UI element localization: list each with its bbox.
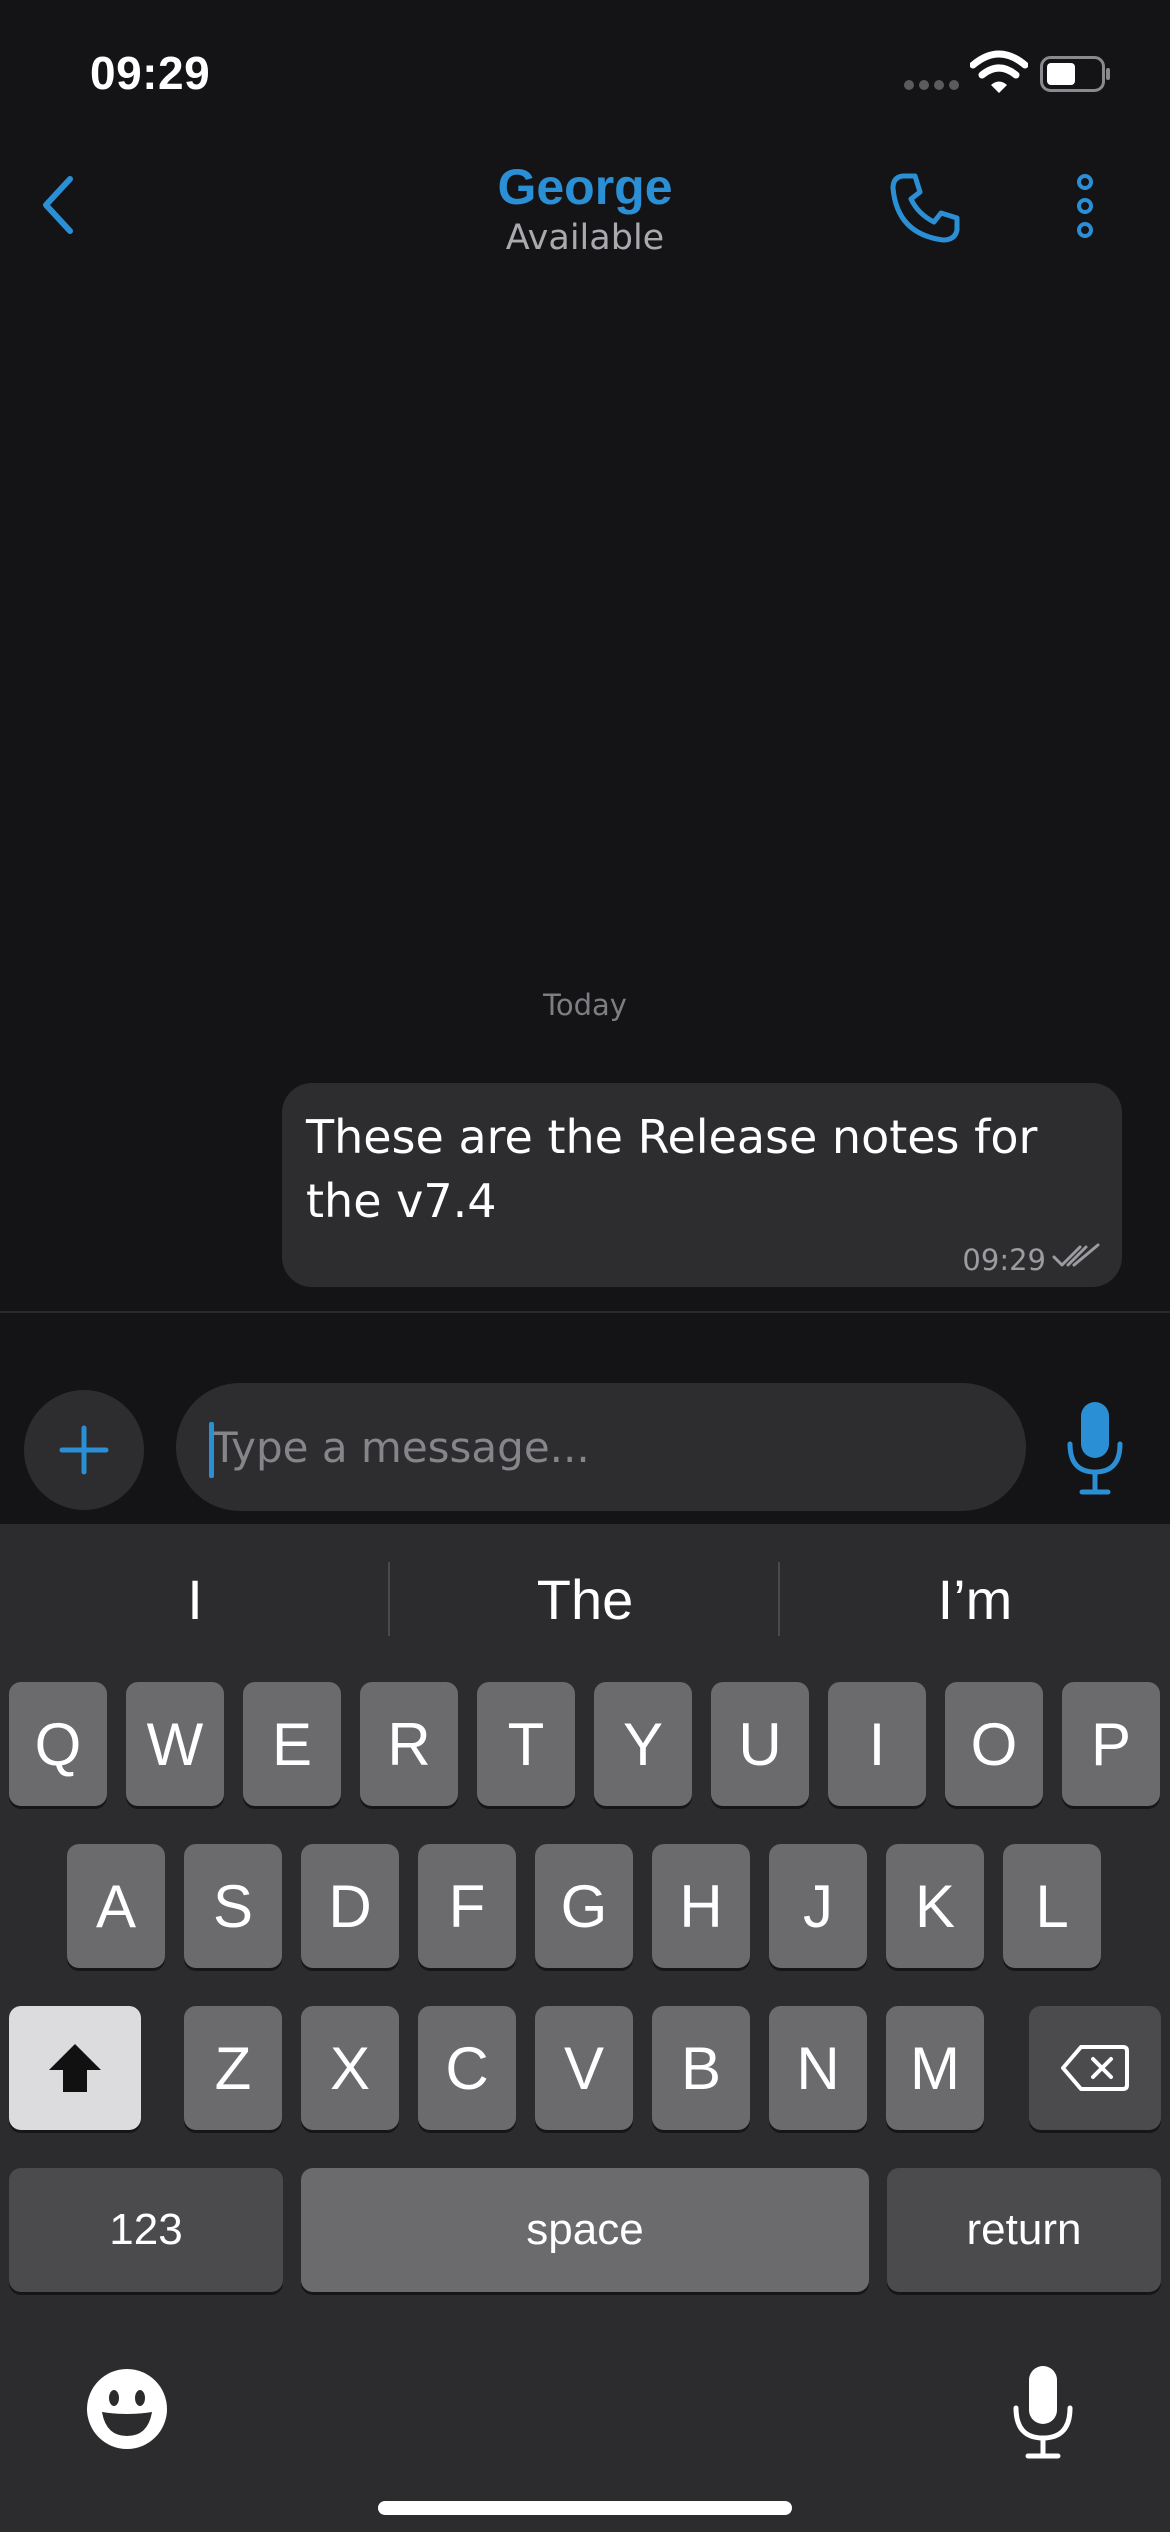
shift-icon <box>49 2044 101 2092</box>
key-h[interactable]: H <box>652 1844 750 1968</box>
wifi-icon <box>970 50 1028 93</box>
numbers-key[interactable]: 123 <box>9 2168 283 2292</box>
key-x[interactable]: X <box>301 2006 399 2130</box>
key-b[interactable]: B <box>652 2006 750 2130</box>
dictation-button[interactable] <box>1008 2364 1078 2460</box>
more-button[interactable] <box>1060 168 1110 248</box>
battery-icon <box>1040 56 1110 92</box>
message-bubble[interactable]: These are the Release notes for the v7.4… <box>282 1083 1122 1287</box>
return-key[interactable]: return <box>887 2168 1161 2292</box>
attach-button[interactable] <box>24 1390 144 1510</box>
key-k[interactable]: K <box>886 1844 984 1968</box>
suggestion-3[interactable]: I’m <box>780 1567 1170 1632</box>
key-d[interactable]: D <box>301 1844 399 1968</box>
emoji-icon <box>87 2369 167 2449</box>
key-a[interactable]: A <box>67 1844 165 1968</box>
key-s[interactable]: S <box>184 1844 282 1968</box>
key-t[interactable]: T <box>477 1682 575 1806</box>
signal-dots-icon <box>904 80 960 90</box>
delete-icon <box>1061 2045 1129 2091</box>
key-q[interactable]: Q <box>9 1682 107 1806</box>
key-l[interactable]: L <box>1003 1844 1101 1968</box>
key-g[interactable]: G <box>535 1844 633 1968</box>
key-i[interactable]: I <box>828 1682 926 1806</box>
message-text: These are the Release notes for the v7.4 <box>306 1110 1038 1228</box>
dictation-icon <box>1013 2366 1073 2459</box>
keyboard: I The I’m Q W E R T Y U I O P A S D F G … <box>0 1524 1170 2532</box>
key-f[interactable]: F <box>418 1844 516 1968</box>
home-indicator[interactable] <box>378 2501 792 2515</box>
microphone-icon <box>1067 1402 1123 1495</box>
suggestion-2[interactable]: The <box>390 1567 780 1632</box>
key-y[interactable]: Y <box>594 1682 692 1806</box>
phone-icon <box>890 173 960 243</box>
key-m[interactable]: M <box>886 2006 984 2130</box>
space-key[interactable]: space <box>301 2168 869 2292</box>
key-e[interactable]: E <box>243 1682 341 1806</box>
double-check-icon <box>1052 1243 1100 1267</box>
plus-icon <box>59 1425 109 1475</box>
key-j[interactable]: J <box>769 1844 867 1968</box>
key-c[interactable]: C <box>418 2006 516 2130</box>
voice-message-button[interactable] <box>1064 1400 1126 1496</box>
key-w[interactable]: W <box>126 1682 224 1806</box>
message-input[interactable] <box>176 1383 1026 1511</box>
key-u[interactable]: U <box>711 1682 809 1806</box>
key-n[interactable]: N <box>769 2006 867 2130</box>
more-vertical-icon <box>1077 174 1093 238</box>
delete-key[interactable] <box>1029 2006 1161 2130</box>
composer-divider <box>0 1311 1170 1313</box>
key-p[interactable]: P <box>1062 1682 1160 1806</box>
contact-name[interactable]: George <box>0 158 1170 216</box>
shift-key[interactable] <box>9 2006 141 2130</box>
call-button[interactable] <box>885 168 965 248</box>
key-v[interactable]: V <box>535 2006 633 2130</box>
message-time: 09:29 <box>962 1243 1046 1277</box>
status-time: 09:29 <box>90 47 211 99</box>
emoji-button[interactable] <box>86 2368 168 2450</box>
key-o[interactable]: O <box>945 1682 1043 1806</box>
text-caret <box>209 1422 214 1478</box>
date-divider: Today <box>543 988 627 1022</box>
suggestion-1[interactable]: I <box>0 1567 390 1632</box>
contact-status: Available <box>505 218 665 258</box>
key-z[interactable]: Z <box>184 2006 282 2130</box>
key-r[interactable]: R <box>360 1682 458 1806</box>
